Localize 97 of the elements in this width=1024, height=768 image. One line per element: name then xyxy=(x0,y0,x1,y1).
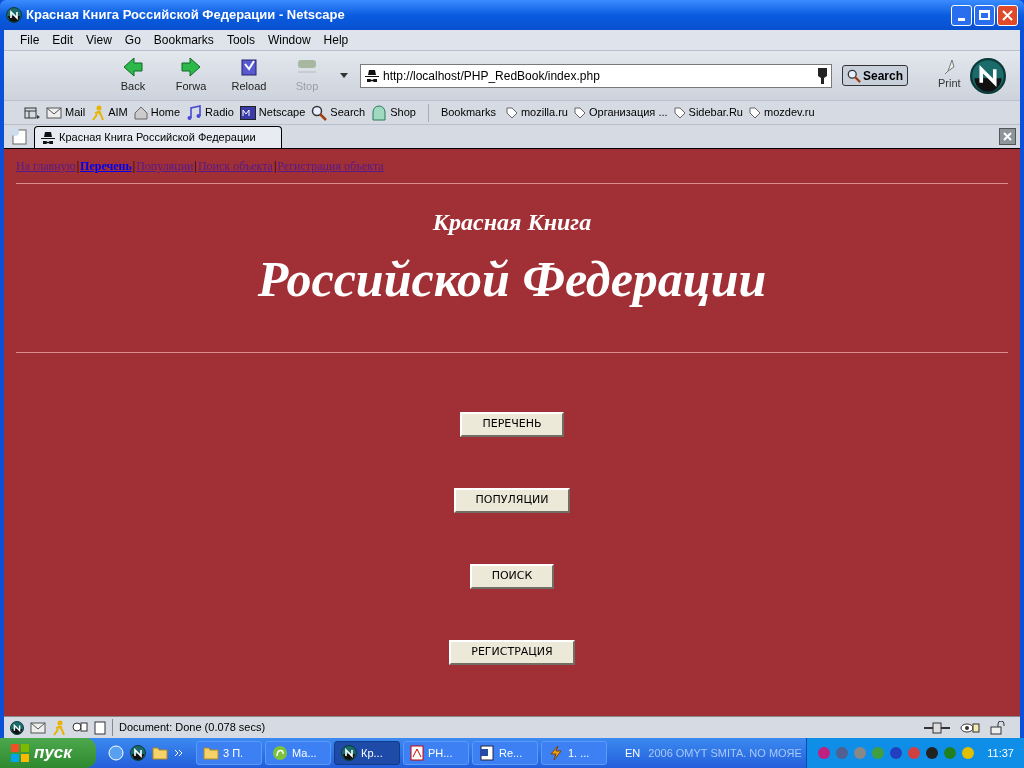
page-subtitle: Красная Книга xyxy=(431,210,593,234)
netscape-icon xyxy=(130,745,146,761)
taskbar-button[interactable]: 1. ... xyxy=(541,741,607,765)
eye-icon xyxy=(960,721,980,734)
running-figure-icon xyxy=(52,719,66,736)
tag-icon xyxy=(673,106,686,119)
house-icon xyxy=(133,105,148,120)
right-arrow-icon xyxy=(180,56,202,79)
toolbar-link[interactable]: Search xyxy=(311,104,366,121)
menu-item[interactable]: View xyxy=(86,31,112,49)
menu-button[interactable]: ПЕРЕЧЕНЬ xyxy=(460,412,564,437)
close-icon xyxy=(1002,9,1013,21)
menu-item[interactable]: Go xyxy=(124,31,141,49)
chat-icon xyxy=(72,720,88,735)
swirl-icon xyxy=(272,745,288,761)
spy-hat-icon xyxy=(41,130,55,145)
reload-icon xyxy=(238,56,260,79)
taskbar-button[interactable]: 3 П. xyxy=(196,741,262,765)
netscape-icon xyxy=(10,720,24,735)
search-button[interactable]: Search xyxy=(842,65,909,86)
toolbar-button[interactable]: Back xyxy=(104,56,162,95)
document-icon xyxy=(410,745,424,761)
taskbar-button[interactable]: Кр... xyxy=(334,741,400,765)
notebook-icon xyxy=(94,720,106,735)
menu-item[interactable]: Edit xyxy=(52,31,74,49)
clock: 11:37 xyxy=(987,745,1014,761)
running-figure-icon xyxy=(91,104,106,121)
tag-icon xyxy=(505,106,518,119)
music-note-icon xyxy=(186,104,203,121)
bookmark-link[interactable]: Организация ... xyxy=(574,104,668,121)
close-icon xyxy=(1003,132,1012,141)
menu-button[interactable]: ПОИСК xyxy=(469,564,555,589)
search-icon xyxy=(847,68,861,83)
netscape-logo-icon xyxy=(970,57,1006,94)
menu-item[interactable]: File xyxy=(20,31,40,49)
toolbar-link[interactable]: Home xyxy=(133,104,181,121)
separator: | xyxy=(76,158,80,175)
toolbar-link[interactable]: AIM xyxy=(91,104,128,121)
separator: | xyxy=(194,158,197,175)
plug-icon xyxy=(924,721,950,734)
dropdown-icon xyxy=(818,67,827,84)
netscape-icon xyxy=(341,745,357,761)
spy-hat-icon xyxy=(365,68,379,83)
browser-icon[interactable] xyxy=(108,745,124,761)
toolbar-link[interactable]: Shop xyxy=(371,104,416,121)
menu-item[interactable]: Bookmarks xyxy=(153,31,214,49)
menu-item[interactable]: Tools xyxy=(226,31,255,49)
bookmarks-menu[interactable]: Bookmarks xyxy=(440,104,496,121)
word-document-icon xyxy=(479,745,495,761)
tag-icon xyxy=(749,106,761,119)
start-button[interactable]: пуск xyxy=(0,738,96,768)
ticker-text: 2006 OMYT SMITA. NO MOЯE xyxy=(648,745,802,761)
menu-button[interactable]: ПОПУЛЯЦИИ xyxy=(453,488,571,513)
window-title: Красная Книга Российской Федерации - Netscape xyxy=(26,6,345,25)
menu-button[interactable]: РЕГИСТРАЦИЯ xyxy=(449,640,575,665)
separator: | xyxy=(273,158,277,175)
envelope-icon xyxy=(46,105,62,120)
quill-icon xyxy=(942,59,957,76)
taskbar-button[interactable]: PH... xyxy=(403,741,469,765)
toolbar-link[interactable]: Netscape xyxy=(239,104,306,121)
bookmark-link[interactable]: mozilla.ru xyxy=(505,104,568,121)
close-tab-button[interactable] xyxy=(999,128,1016,145)
menu-item[interactable]: Window xyxy=(267,31,311,49)
windows-logo-icon xyxy=(10,743,30,763)
print-button[interactable]: Print xyxy=(938,59,961,92)
toolbar-link[interactable]: Mail xyxy=(46,104,86,121)
status-text: Document: Done (0.078 secs) xyxy=(112,719,780,736)
left-arrow-icon xyxy=(122,56,144,79)
close-button[interactable] xyxy=(997,4,1018,26)
dropdown-caret-icon xyxy=(340,73,348,78)
toolbar-link[interactable]: Radio xyxy=(186,104,234,121)
toolbar-button[interactable]: Forwa xyxy=(162,56,220,95)
menu-item[interactable]: Help xyxy=(323,31,349,49)
lightning-icon xyxy=(548,745,564,761)
maximize-button[interactable] xyxy=(974,4,995,26)
taskbar-button[interactable]: Re... xyxy=(472,741,538,765)
envelope-icon xyxy=(30,720,46,735)
chevron-icon[interactable] xyxy=(174,749,184,757)
language-indicator[interactable]: EN xyxy=(625,744,641,762)
layout-icon[interactable] xyxy=(24,106,40,119)
toolbar-button[interactable]: Reload xyxy=(220,56,278,95)
shop-icon xyxy=(371,104,388,121)
address-field[interactable]: http://localhost/PHP_RedBook/index.php xyxy=(360,63,832,88)
browser-tab[interactable]: Красная Книга Российской Федерации xyxy=(34,126,282,148)
taskbar-button[interactable]: Ма... xyxy=(265,741,331,765)
my-logo-icon xyxy=(239,105,256,120)
bookmark-link[interactable]: Sidebar.Ru xyxy=(673,104,743,121)
folder-icon xyxy=(152,746,168,760)
folder-icon xyxy=(203,746,219,760)
separator: | xyxy=(132,158,136,175)
search-icon xyxy=(311,104,328,121)
tag-icon xyxy=(574,106,586,119)
bookmark-link[interactable]: mozdev.ru xyxy=(749,104,815,121)
minimize-button[interactable] xyxy=(951,4,972,26)
netscape-icon xyxy=(6,7,22,23)
unlocked-padlock-icon xyxy=(990,720,1006,735)
new-tab-icon[interactable] xyxy=(10,127,28,145)
